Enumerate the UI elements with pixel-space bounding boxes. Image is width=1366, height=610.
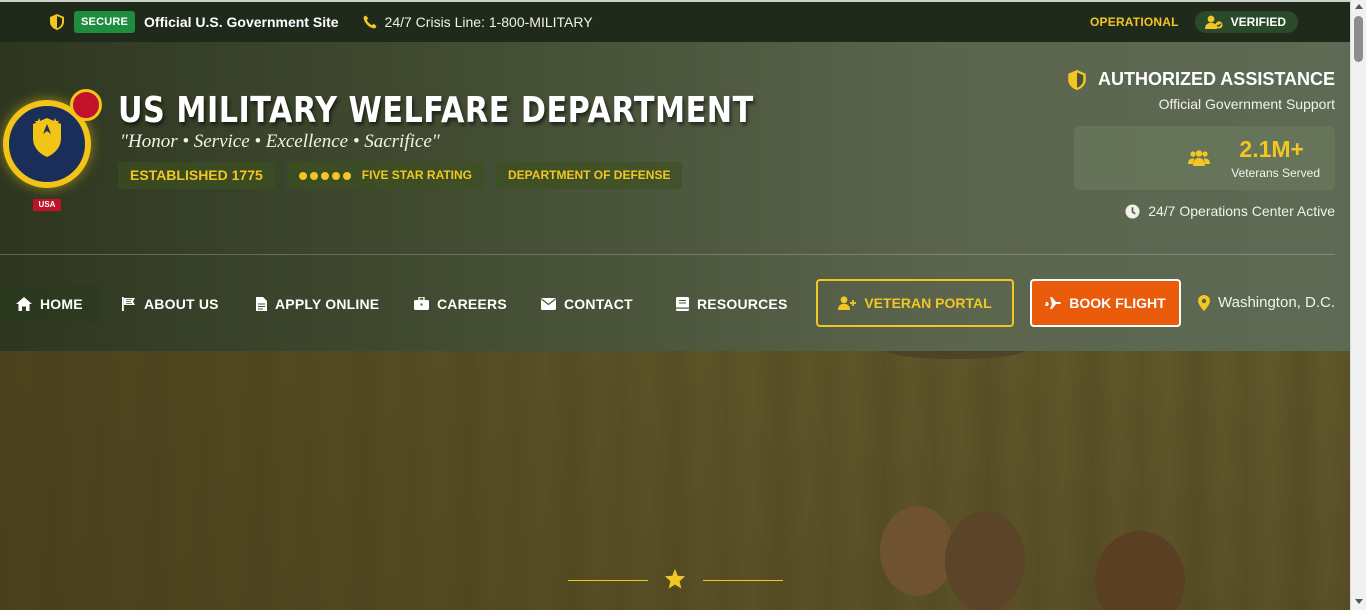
location-label: Washington, D.C. bbox=[1218, 294, 1335, 311]
auth-subtitle: Official Government Support bbox=[1158, 96, 1335, 112]
gov-site-label: Official U.S. Government Site bbox=[144, 14, 339, 30]
nav-about[interactable]: ABOUT US bbox=[122, 285, 219, 322]
nav-apply[interactable]: APPLY ONLINE bbox=[256, 285, 379, 322]
rating-dots-icon bbox=[298, 171, 354, 180]
page: SECURE Official U.S. Government Site 24/… bbox=[0, 0, 1350, 610]
page-scrollbar[interactable] bbox=[1350, 0, 1366, 610]
nav-contact[interactable]: CONTACT bbox=[541, 285, 633, 322]
top-bar: SECURE Official U.S. Government Site 24/… bbox=[0, 0, 1350, 42]
auth-title-row: AUTHORIZED ASSISTANCE bbox=[1068, 69, 1335, 90]
site-header: USA US MILITARY WELFARE DEPARTMENT "Hono… bbox=[0, 42, 1350, 351]
nav-resources[interactable]: RESOURCES bbox=[676, 285, 787, 322]
department-badge: DEPARTMENT OF DEFENSE bbox=[496, 162, 683, 189]
hero-divider-right bbox=[703, 580, 783, 581]
nav-careers-label: CAREERS bbox=[437, 295, 507, 312]
user-plus-icon bbox=[838, 296, 857, 310]
scroll-up-arrow-icon[interactable] bbox=[1355, 4, 1363, 9]
rating-badge: FIVE STAR RATING bbox=[286, 162, 485, 189]
veterans-stat-card: 2.1M+ Veterans Served bbox=[1074, 126, 1335, 190]
header-divider bbox=[0, 254, 1335, 255]
topbar-status: OPERATIONAL VERIFIED bbox=[1090, 2, 1298, 42]
veteran-portal-button[interactable]: VETERAN PORTAL bbox=[816, 279, 1014, 327]
shield-emblem-icon bbox=[33, 118, 61, 157]
book-icon bbox=[676, 296, 689, 311]
flag-icon bbox=[122, 296, 135, 311]
shield-icon bbox=[1068, 69, 1086, 90]
nav-about-label: ABOUT US bbox=[144, 295, 219, 312]
emblem-usa-label: USA bbox=[33, 199, 61, 211]
nav-home[interactable]: HOME bbox=[0, 285, 99, 322]
secure-badge: SECURE bbox=[74, 11, 136, 33]
plane-icon bbox=[1045, 297, 1062, 309]
star-icon bbox=[664, 568, 686, 589]
book-flight-label: BOOK FLIGHT bbox=[1069, 295, 1166, 311]
rating-label: FIVE STAR RATING bbox=[361, 168, 473, 182]
hero-photo-figure bbox=[945, 511, 1025, 610]
verified-badge: VERIFIED bbox=[1194, 11, 1298, 33]
nav-apply-label: APPLY ONLINE bbox=[275, 295, 380, 312]
hero-photo-figure bbox=[880, 506, 955, 596]
stat-label: Veterans Served bbox=[1231, 166, 1320, 180]
verified-label: VERIFIED bbox=[1230, 15, 1286, 29]
phone-icon bbox=[363, 15, 377, 29]
user-check-icon bbox=[1204, 15, 1223, 29]
location: Washington, D.C. bbox=[1198, 294, 1335, 311]
book-flight-button[interactable]: BOOK FLIGHT bbox=[1030, 279, 1181, 327]
home-icon bbox=[16, 296, 32, 311]
emblem-notification-dot bbox=[70, 89, 102, 121]
operational-status: OPERATIONAL bbox=[1090, 15, 1179, 29]
crisis-line-link[interactable]: 24/7 Crisis Line: 1-800-MILITARY bbox=[385, 14, 593, 30]
ops-center-status: 24/7 Operations Center Active bbox=[1125, 203, 1335, 219]
scroll-down-arrow-icon[interactable] bbox=[1355, 599, 1363, 604]
clock-icon bbox=[1125, 203, 1140, 219]
main-nav: HOME ABOUT US APPLY ONLINE CAREERS CONTA… bbox=[0, 279, 1350, 327]
nav-contact-label: CONTACT bbox=[564, 295, 633, 312]
authorized-assistance: AUTHORIZED ASSISTANCE Official Governmen… bbox=[1068, 69, 1335, 112]
header-badges: ESTABLISHED 1775 FIVE STAR RATING DEPART… bbox=[118, 162, 694, 189]
nav-home-label: HOME bbox=[40, 295, 83, 312]
site-motto: "Honor • Service • Excellence • Sacrific… bbox=[120, 131, 440, 152]
nav-careers[interactable]: CAREERS bbox=[414, 285, 507, 322]
site-title[interactable]: US MILITARY WELFARE DEPARTMENT bbox=[118, 90, 754, 131]
veteran-portal-label: VETERAN PORTAL bbox=[864, 295, 992, 311]
hero-divider-left bbox=[568, 580, 648, 581]
hero-section bbox=[0, 351, 1350, 610]
envelope-icon bbox=[541, 297, 556, 310]
briefcase-icon bbox=[414, 297, 429, 310]
map-pin-icon bbox=[1198, 294, 1210, 311]
established-badge: ESTABLISHED 1775 bbox=[118, 162, 275, 189]
ops-label: 24/7 Operations Center Active bbox=[1148, 203, 1335, 219]
nav-resources-label: RESOURCES bbox=[697, 295, 788, 312]
stat-value: 2.1M+ bbox=[1239, 136, 1304, 162]
users-icon bbox=[1188, 150, 1210, 166]
scroll-thumb[interactable] bbox=[1354, 16, 1363, 62]
shield-icon bbox=[50, 14, 64, 30]
document-icon bbox=[256, 296, 267, 311]
auth-title: AUTHORIZED ASSISTANCE bbox=[1097, 69, 1335, 89]
